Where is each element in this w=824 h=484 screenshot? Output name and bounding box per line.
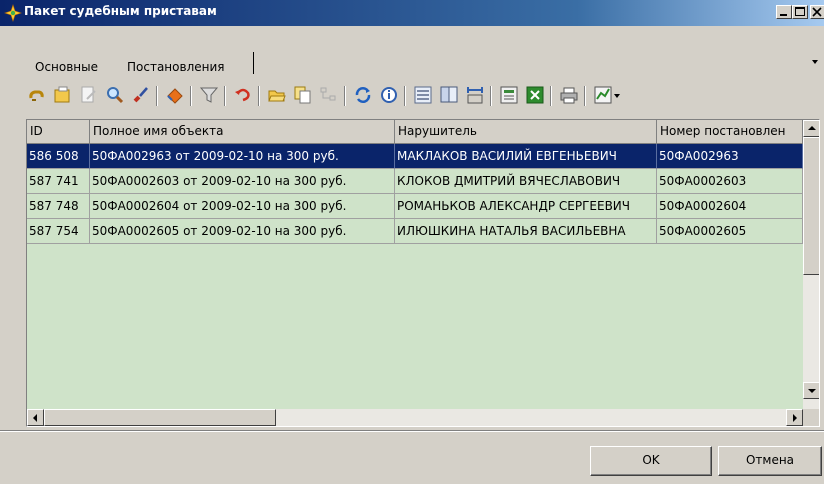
cell-id: 587 748 — [27, 194, 90, 219]
app-icon — [4, 4, 22, 22]
column-header-decision-number[interactable]: Номер постановлен — [657, 120, 803, 144]
refresh-icon[interactable] — [352, 84, 374, 106]
cell-decision-number: 50ФА0002604 — [657, 194, 803, 219]
cell-full-name: 50ФА0002604 от 2009-02-10 на 300 руб. — [90, 194, 395, 219]
scroll-right-button[interactable] — [786, 409, 803, 426]
cell-full-name: 50ФА0002605 от 2009-02-10 на 300 руб. — [90, 219, 395, 244]
arrow-up-icon — [808, 126, 816, 130]
data-grid: ID Полное имя объекта Нарушитель Номер п… — [26, 119, 820, 427]
title-bar[interactable]: Пакет судебным приставам — [0, 0, 824, 26]
arrow-right-icon — [793, 414, 797, 422]
toolbar — [26, 82, 820, 114]
filter-icon[interactable] — [198, 84, 220, 106]
toolbar-separator — [584, 86, 586, 106]
scroll-down-button[interactable] — [803, 382, 819, 399]
cell-violator: МАКЛАКОВ ВАСИЛИЙ ЕВГЕНЬЕВИЧ — [395, 144, 657, 169]
cell-full-name: 50ФА002963 от 2009-02-10 на 300 руб. — [90, 144, 395, 169]
edit-doc-icon[interactable] — [78, 84, 100, 106]
toolbar-separator — [404, 86, 406, 106]
scrollbar-corner — [803, 409, 819, 426]
tab-main[interactable]: Основные — [35, 60, 98, 74]
arrow-left-icon — [33, 414, 37, 422]
horizontal-scrollbar[interactable] — [27, 409, 803, 426]
table-row[interactable]: 586 508 50ФА002963 от 2009-02-10 на 300 … — [27, 144, 803, 169]
vertical-scrollbar[interactable] — [803, 120, 819, 409]
cell-id: 586 508 — [27, 144, 90, 169]
toolbar-separator — [258, 86, 260, 106]
close-button[interactable] — [810, 5, 824, 19]
ok-button[interactable]: OK — [590, 446, 712, 476]
cell-violator: РОМАНЬКОВ АЛЕКСАНДР СЕРГЕЕВИЧ — [395, 194, 657, 219]
column-header-violator[interactable]: Нарушитель — [395, 120, 657, 144]
horizontal-scroll-thumb[interactable] — [44, 409, 276, 426]
link-icon[interactable] — [26, 84, 48, 106]
grid-header: ID Полное имя объекта Нарушитель Номер п… — [27, 120, 803, 144]
toolbar-separator — [550, 86, 552, 106]
cell-full-name: 50ФА0002603 от 2009-02-10 на 300 руб. — [90, 169, 395, 194]
table-row[interactable]: 587 748 50ФА0002604 от 2009-02-10 на 300… — [27, 194, 803, 219]
search-icon[interactable] — [104, 84, 126, 106]
cell-id: 587 741 — [27, 169, 90, 194]
minimize-button[interactable] — [776, 5, 792, 19]
brush-icon[interactable] — [130, 84, 152, 106]
tab-decisions[interactable]: Постановления — [127, 60, 224, 74]
folder-icon[interactable] — [52, 84, 74, 106]
cell-decision-number: 50ФА0002603 — [657, 169, 803, 194]
columns-icon[interactable] — [464, 84, 486, 106]
info-icon[interactable] — [378, 84, 400, 106]
footer-divider — [0, 430, 824, 432]
scroll-left-button[interactable] — [27, 409, 44, 426]
scroll-up-button[interactable] — [803, 120, 819, 137]
toolbar-separator — [156, 86, 158, 106]
maximize-button[interactable] — [792, 5, 808, 19]
chart-dropdown-icon[interactable] — [592, 84, 624, 106]
tree-icon[interactable] — [318, 84, 340, 106]
cell-violator: КЛОКОВ ДМИТРИЙ ВЯЧЕСЛАВОВИЧ — [395, 169, 657, 194]
list-icon[interactable] — [412, 84, 434, 106]
print-icon[interactable] — [558, 84, 580, 106]
notes-icon[interactable] — [498, 84, 520, 106]
vertical-scroll-thumb[interactable] — [803, 137, 819, 275]
column-header-full-name[interactable]: Полное имя объекта — [90, 120, 395, 144]
toolbar-separator — [490, 86, 492, 106]
excel-icon[interactable] — [524, 84, 546, 106]
tab-menu-arrow-icon[interactable] — [812, 60, 818, 64]
cell-id: 587 754 — [27, 219, 90, 244]
arrow-down-icon — [808, 389, 816, 393]
report-icon[interactable] — [438, 84, 460, 106]
cancel-button[interactable]: Отмена — [718, 446, 822, 476]
toolbar-separator — [344, 86, 346, 106]
window-title: Пакет судебным приставам — [24, 4, 217, 18]
column-header-id[interactable]: ID — [27, 120, 90, 144]
dialog-window: Пакет судебным приставам Основные Постан… — [0, 0, 824, 484]
toolbar-separator — [190, 86, 192, 106]
table-row[interactable]: 587 754 50ФА0002605 от 2009-02-10 на 300… — [27, 219, 803, 244]
tab-divider — [253, 52, 254, 74]
eraser-icon[interactable] — [164, 84, 186, 106]
cell-violator: ИЛЮШКИНА НАТАЛЬЯ ВАСИЛЬЕВНА — [395, 219, 657, 244]
toolbar-separator — [224, 86, 226, 106]
cell-decision-number: 50ФА002963 — [657, 144, 803, 169]
table-row[interactable]: 587 741 50ФА0002603 от 2009-02-10 на 300… — [27, 169, 803, 194]
open-folder-icon[interactable] — [266, 84, 288, 106]
cell-decision-number: 50ФА0002605 — [657, 219, 803, 244]
undo-icon[interactable] — [232, 84, 254, 106]
copy-doc-icon[interactable] — [292, 84, 314, 106]
tab-strip: Основные Постановления — [0, 52, 824, 80]
